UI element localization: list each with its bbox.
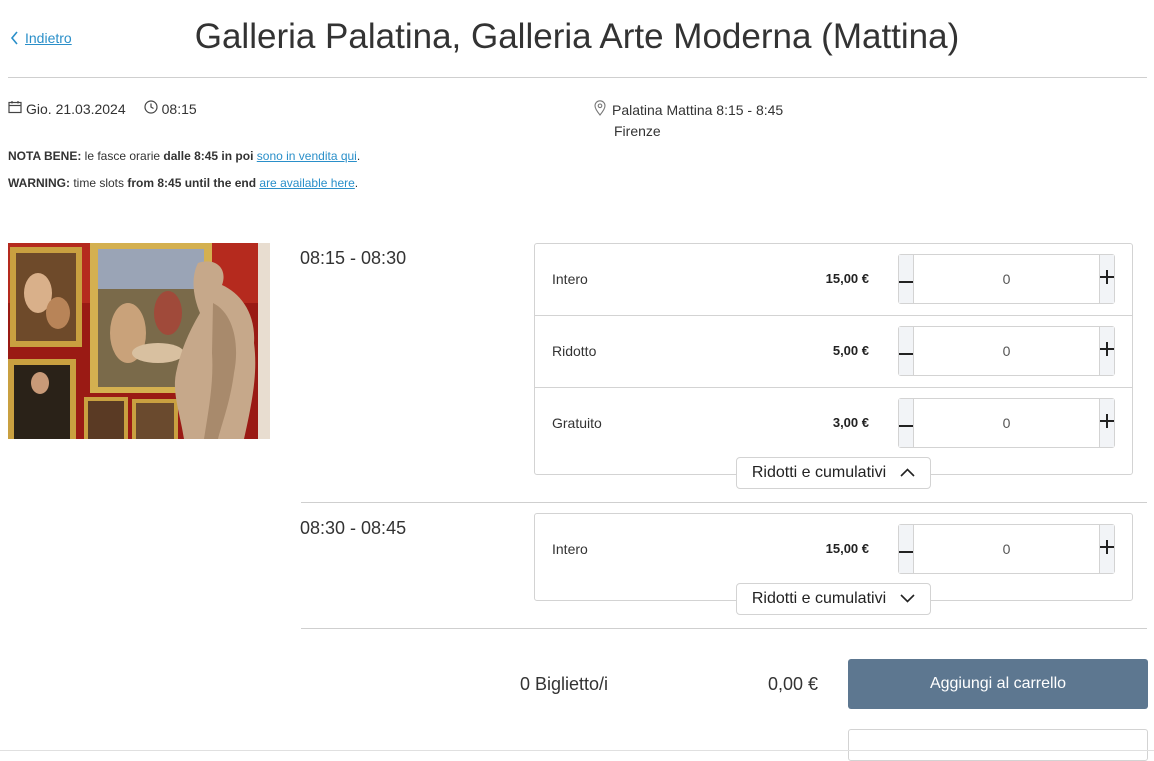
note-english: WARNING: time slots from 8:45 until the …: [8, 176, 358, 190]
page-title: Galleria Palatina, Galleria Arte Moderna…: [194, 17, 960, 56]
calendar-icon: [8, 100, 22, 117]
note-italian-bold: dalle 8:45 in poi: [163, 149, 254, 163]
ticket-name: Ridotto: [552, 343, 597, 359]
plus-icon: [1100, 269, 1114, 289]
reduced-tickets-toggle[interactable]: Ridotti e cumulativi: [736, 583, 931, 615]
minus-icon: [899, 540, 913, 558]
event-location: Palatina Mattina 8:15 - 8:45 Firenze: [594, 100, 783, 141]
plus-icon: [1100, 341, 1114, 361]
event-date-time: Gio. 21.03.2024 08:15: [8, 100, 197, 117]
quantity-input[interactable]: [914, 327, 1099, 375]
quantity-stepper: [898, 326, 1115, 376]
note-italian-link[interactable]: sono in vendita qui: [257, 149, 357, 163]
note-english-link[interactable]: are available here: [259, 176, 354, 190]
note-english-end: .: [354, 176, 359, 190]
ticket-card-slot-1: Intero 15,00 € Ridotto 5,00 € Gratuito 3…: [534, 243, 1133, 475]
increase-button[interactable]: [1099, 525, 1114, 573]
decrease-button[interactable]: [899, 255, 914, 303]
ticket-price: 5,00 €: [832, 343, 869, 358]
event-city: Firenze: [614, 123, 661, 139]
quantity-stepper: [898, 524, 1115, 574]
secondary-panel: [848, 729, 1148, 761]
ticket-count: 0 Biglietto/i: [520, 674, 609, 694]
plus-icon: [1100, 413, 1114, 433]
header-divider: [8, 77, 1147, 78]
increase-button[interactable]: [1099, 399, 1114, 447]
quantity-input[interactable]: [914, 399, 1099, 447]
clock-icon: [144, 100, 158, 117]
decrease-button[interactable]: [899, 327, 914, 375]
map-pin-icon: [594, 100, 606, 121]
slot-divider: [301, 628, 1147, 629]
ticket-price: 3,00 €: [832, 415, 869, 430]
quantity-stepper: [898, 398, 1115, 448]
ticket-row: Intero 15,00 €: [535, 244, 1132, 316]
slot-time-1: 08:15 - 08:30: [300, 248, 407, 268]
minus-icon: [899, 414, 913, 432]
chevron-up-icon: [900, 464, 915, 482]
minus-icon: [899, 342, 913, 360]
ticket-row: Ridotto 5,00 €: [535, 316, 1132, 388]
reduced-tickets-toggle-label: Ridotti e cumulativi: [751, 464, 887, 481]
note-italian-label: NOTA BENE:: [8, 149, 82, 163]
reduced-tickets-toggle[interactable]: Ridotti e cumulativi: [736, 457, 931, 489]
plus-icon: [1100, 539, 1114, 559]
reduced-tickets-toggle-label: Ridotti e cumulativi: [751, 590, 887, 607]
note-italian: NOTA BENE: le fasce orarie dalle 8:45 in…: [8, 149, 360, 163]
minus-icon: [899, 270, 913, 288]
decrease-button[interactable]: [899, 525, 914, 573]
note-english-text: time slots: [70, 176, 128, 190]
ticket-name: Intero: [552, 271, 588, 287]
quantity-stepper: [898, 254, 1115, 304]
increase-button[interactable]: [1099, 327, 1114, 375]
event-date: Gio. 21.03.2024: [26, 100, 126, 117]
quantity-input[interactable]: [914, 255, 1099, 303]
ticket-row: Gratuito 3,00 €: [535, 388, 1132, 459]
add-to-cart-button[interactable]: Aggiungi al carrello: [848, 659, 1148, 709]
ticket-name: Intero: [552, 541, 588, 557]
ticket-name: Gratuito: [552, 415, 602, 431]
slot-divider: [301, 502, 1147, 503]
gallery-photo: [8, 243, 270, 439]
event-time: 08:15: [161, 100, 197, 117]
ticket-price: 15,00 €: [825, 271, 869, 286]
quantity-input[interactable]: [914, 525, 1099, 573]
decrease-button[interactable]: [899, 399, 914, 447]
chevron-down-icon: [900, 590, 915, 608]
note-italian-end: .: [356, 149, 361, 163]
order-total: 0,00 €: [768, 674, 819, 694]
event-venue: Palatina Mattina 8:15 - 8:45: [612, 102, 784, 118]
increase-button[interactable]: [1099, 255, 1114, 303]
note-english-label: WARNING:: [8, 176, 70, 190]
ticket-price: 15,00 €: [825, 541, 869, 556]
note-italian-text: le fasce orarie: [81, 149, 164, 163]
ticket-row: Intero 15,00 €: [535, 514, 1132, 585]
note-english-bold: from 8:45 until the end: [127, 176, 257, 190]
slot-time-2: 08:30 - 08:45: [300, 518, 407, 538]
